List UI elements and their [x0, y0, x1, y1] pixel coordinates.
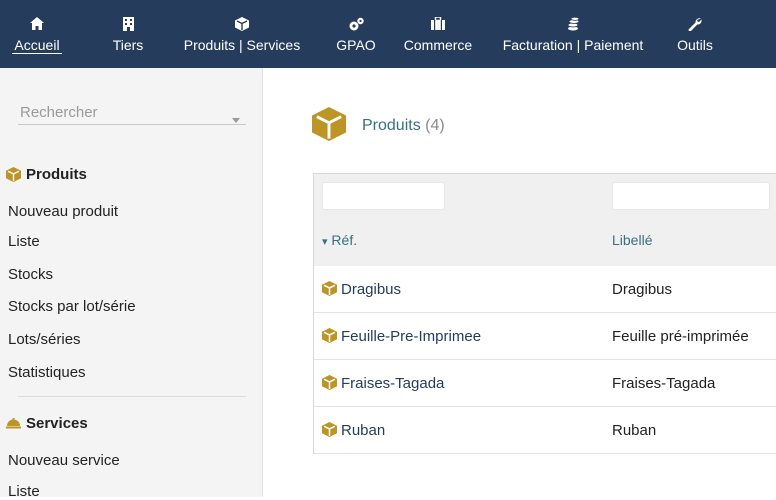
cube-icon [322, 281, 337, 300]
nav-label: GPAO [336, 37, 376, 53]
nav-produits-services[interactable]: Produits | Services [172, 0, 312, 68]
nav-label: Facturation | Paiement [502, 37, 644, 53]
sidebar-item-lots-series[interactable]: Lots/séries [8, 331, 81, 348]
cube-icon [322, 422, 337, 441]
product-ref-text: Fraises-Tagada [341, 375, 445, 392]
product-label: Feuille pré-imprimée [612, 328, 749, 345]
column-header-label: Réf. [331, 232, 358, 248]
nav-outils[interactable]: Outils [672, 0, 718, 68]
building-icon [105, 17, 151, 31]
sidebar-item-statistiques[interactable]: Statistiques [8, 364, 86, 381]
product-label: Dragibus [612, 281, 673, 298]
search-placeholder: Rechercher [20, 104, 98, 121]
cogs-icon [330, 17, 382, 31]
sidebar-section-label: Services [26, 415, 88, 432]
table-row: Ruban Ruban [314, 407, 776, 454]
sidebar-item-nouveau-produit[interactable]: Nouveau produit [8, 203, 118, 220]
cube-icon [322, 328, 337, 347]
wrench-icon [672, 17, 718, 31]
nav-tiers[interactable]: Tiers [105, 0, 151, 68]
product-ref-text: Feuille-Pre-Imprimee [341, 328, 482, 345]
product-label: Fraises-Tagada [612, 375, 716, 392]
sidebar-item-nouveau-service[interactable]: Nouveau service [8, 452, 120, 469]
sidebar-item-liste-produits[interactable]: Liste [8, 233, 40, 250]
sidebar-divider [18, 396, 246, 397]
nav-label: Outils [677, 37, 713, 53]
product-ref-link[interactable]: Dragibus [322, 281, 401, 300]
table-header: ▾ Réf. Libellé [314, 173, 776, 268]
sidebar-item-liste-services[interactable]: Liste [8, 483, 40, 500]
nav-gpao[interactable]: GPAO [330, 0, 382, 68]
bell-icon [6, 416, 21, 433]
sidebar-item-stocks-par-lot[interactable]: Stocks par lot/série [8, 298, 136, 315]
sidebar-section-produits[interactable]: Produits [6, 166, 87, 183]
cube-icon [172, 17, 312, 31]
nav-commerce[interactable]: Commerce [398, 0, 478, 68]
search-select[interactable]: Rechercher [18, 98, 246, 125]
table-row: Fraises-Tagada Fraises-Tagada [314, 360, 776, 407]
left-sidebar: Rechercher Produits Nouveau produit List… [0, 68, 263, 500]
product-ref-link[interactable]: Feuille-Pre-Imprimee [322, 328, 481, 347]
table-row: Dragibus Dragibus [314, 266, 776, 313]
label-filter-input[interactable] [612, 182, 770, 210]
product-ref-text: Dragibus [341, 281, 402, 298]
page-title-text: Produits (4) [362, 117, 445, 135]
sidebar-item-stocks[interactable]: Stocks [8, 266, 53, 283]
column-header-libelle[interactable]: Libellé [612, 232, 652, 248]
chevron-down-icon [232, 110, 240, 127]
sidebar-section-label: Produits [26, 166, 87, 183]
home-icon [12, 17, 62, 31]
product-label: Ruban [612, 422, 657, 439]
column-header-ref[interactable]: ▾ Réf. [322, 232, 357, 248]
nav-accueil[interactable]: Accueil [12, 0, 62, 68]
product-ref-link[interactable]: Ruban [322, 422, 385, 441]
page-title-label: Produits [362, 117, 421, 134]
products-table: ▾ Réf. Libellé Dragibus Dragibus Feuille… [313, 173, 776, 454]
ref-filter-input[interactable] [322, 182, 445, 210]
nav-label: Accueil [12, 37, 62, 54]
sidebar-section-services[interactable]: Services [6, 415, 88, 432]
nav-label: Produits | Services [183, 37, 301, 53]
sort-desc-icon: ▾ [322, 236, 328, 248]
cube-icon [6, 167, 21, 186]
record-count: (4) [425, 117, 445, 134]
top-navigation: Accueil Tiers Produits | Services GPAO C… [0, 0, 776, 68]
cube-icon [322, 375, 337, 394]
nav-label: Tiers [112, 37, 144, 53]
nav-label: Commerce [403, 37, 473, 53]
product-ref-link[interactable]: Fraises-Tagada [322, 375, 444, 394]
nav-facturation-paiement[interactable]: Facturation | Paiement [490, 0, 656, 68]
cube-icon [312, 107, 346, 146]
product-ref-text: Ruban [341, 422, 386, 439]
coins-icon [490, 17, 656, 31]
table-row: Feuille-Pre-Imprimee Feuille pré-imprimé… [314, 313, 776, 360]
briefcase-icon [398, 17, 478, 31]
